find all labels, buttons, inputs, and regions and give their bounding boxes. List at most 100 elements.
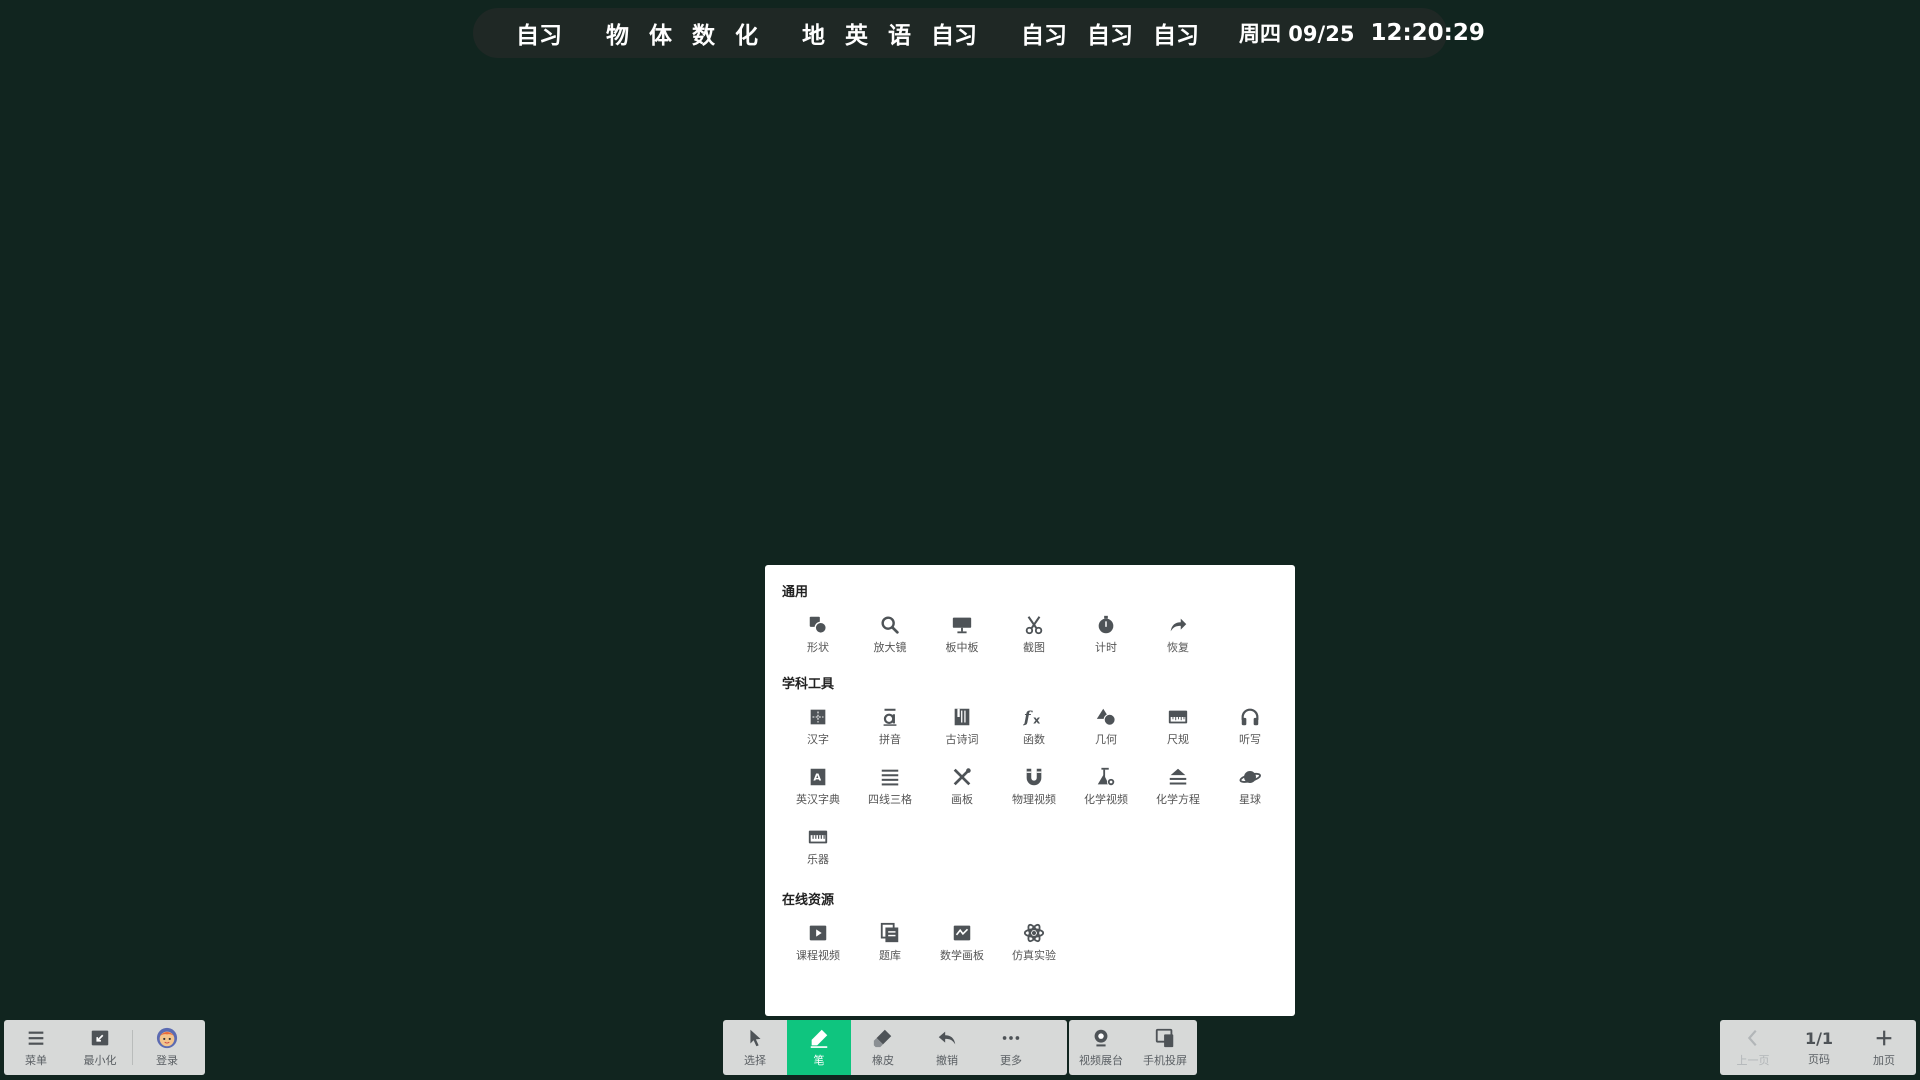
tool-label: 英汉字典 — [796, 793, 840, 806]
tool-pinyin[interactable]: 拼音 — [854, 700, 926, 760]
schedule-item: 自习 — [931, 23, 977, 49]
page-number: 1/1 — [1804, 1028, 1834, 1048]
drawing-toolbar: 选择 笔 橡皮 撤销 更多 — [723, 1020, 1067, 1075]
schedule-bar: 自习 物 体 数 化 地 英 语 自习 自习 自习 自习 周四 09/25 12… — [473, 8, 1485, 58]
clock-date: 周四 09/25 — [1239, 22, 1355, 46]
tool-function[interactable]: fx 函数 — [998, 700, 1070, 760]
phone-cast-button[interactable]: 手机投屏 — [1133, 1020, 1197, 1075]
minimize-button[interactable]: 最小化 — [68, 1020, 132, 1075]
tool-label: 化学方程 — [1156, 793, 1200, 806]
schedule-item: 英 — [845, 23, 868, 49]
eraser-icon — [873, 1029, 892, 1048]
tool-chemistry-equation[interactable]: 化学方程 — [1142, 760, 1214, 820]
undo-button[interactable]: 撤销 — [915, 1020, 979, 1075]
video-play-icon — [809, 925, 827, 941]
tool-chemistry-video[interactable]: 化学视频 — [1070, 760, 1142, 820]
tool-drawing-board[interactable]: 画板 — [926, 760, 998, 820]
schedule-group-3: 地 英 语 自习 — [792, 16, 987, 50]
tool-label: 函数 — [1023, 733, 1045, 746]
undo-icon — [938, 1031, 956, 1045]
tool-label: 化学视频 — [1084, 793, 1128, 806]
media-toolbar: 视频展台 手机投屏 — [1069, 1020, 1197, 1075]
minimize-label: 最小化 — [83, 1054, 117, 1067]
schedule-item: 自习 — [1087, 23, 1133, 49]
timer-icon — [1098, 615, 1114, 634]
plus-icon — [1876, 1030, 1892, 1046]
tool-label: 乐器 — [807, 853, 829, 866]
eraser-button[interactable]: 橡皮 — [851, 1020, 915, 1075]
math-board-icon — [953, 925, 971, 941]
pen-button[interactable]: 笔 — [787, 1020, 851, 1075]
schedule-item: 自习 — [1153, 23, 1199, 49]
section-title-general: 通用 — [782, 585, 809, 600]
schedule-item: 地 — [802, 23, 825, 49]
equation-icon — [1169, 768, 1187, 785]
schedule-group-1: 自习 — [506, 16, 572, 50]
tool-label: 放大镜 — [873, 641, 907, 654]
hanzi-grid-icon — [810, 709, 826, 725]
more-label: 更多 — [1000, 1054, 1022, 1067]
video-booth-button[interactable]: 视频展台 — [1069, 1020, 1133, 1075]
schedule-group-2: 物 体 数 化 — [596, 16, 768, 50]
tool-label: 仿真实验 — [1012, 949, 1056, 962]
tool-planet[interactable]: 星球 — [1214, 760, 1286, 820]
svg-text:f: f — [1023, 708, 1033, 727]
phone-cast-label: 手机投屏 — [1143, 1054, 1187, 1067]
select-label: 选择 — [744, 1054, 766, 1067]
tool-grid-online: 课程视频 题库 数学画板 仿真实验 — [782, 916, 1292, 976]
tool-restore[interactable]: 恢复 — [1142, 608, 1214, 668]
restore-icon — [1170, 618, 1187, 632]
more-button[interactable]: 更多 — [979, 1020, 1043, 1075]
schedule-item: 自习 — [1021, 23, 1067, 49]
tool-timer[interactable]: 计时 — [1070, 608, 1142, 668]
tool-magnifier[interactable]: 放大镜 — [854, 608, 926, 668]
login-label: 登录 — [156, 1054, 178, 1067]
menu-button[interactable]: 菜单 — [4, 1020, 68, 1075]
prev-page-button[interactable]: 上一页 — [1720, 1020, 1786, 1075]
magnet-icon — [1026, 768, 1042, 786]
tool-screenshot[interactable]: 截图 — [998, 608, 1070, 668]
tool-ruler[interactable]: 尺规 — [1142, 700, 1214, 760]
login-button[interactable]: 登录 — [133, 1020, 201, 1075]
tool-label: 汉字 — [807, 733, 829, 746]
left-toolbar: 菜单 最小化 登录 — [4, 1020, 205, 1075]
tool-board-in-board[interactable]: 板中板 — [926, 608, 998, 668]
tool-simulation-lab[interactable]: 仿真实验 — [998, 916, 1070, 976]
page-label: 页码 — [1808, 1052, 1830, 1066]
tool-geometry[interactable]: 几何 — [1070, 700, 1142, 760]
tool-instrument[interactable]: 乐器 — [782, 820, 854, 880]
eraser-label: 橡皮 — [872, 1054, 894, 1067]
function-icon: fx — [1023, 708, 1040, 727]
tool-grid-subject: 汉字 拼音 古诗词 fx 函数 几何 尺规 听写 A 英汉字典 四线三格 画板 … — [782, 700, 1292, 880]
tool-dictation[interactable]: 听写 — [1214, 700, 1286, 760]
tool-course-video[interactable]: 课程视频 — [782, 916, 854, 976]
section-title-online-resources: 在线资源 — [782, 893, 835, 908]
tool-label: 计时 — [1095, 641, 1117, 654]
schedule-group-4: 自习 自习 自习 — [1011, 16, 1209, 50]
tool-math-board[interactable]: 数学画板 — [926, 916, 998, 976]
tool-physics-video[interactable]: 物理视频 — [998, 760, 1070, 820]
svg-text:x: x — [1033, 713, 1040, 726]
tool-shapes[interactable]: 形状 — [782, 608, 854, 668]
add-page-button[interactable]: 加页 — [1852, 1020, 1916, 1075]
tool-poetry[interactable]: 古诗词 — [926, 700, 998, 760]
schedule-item: 语 — [888, 23, 911, 49]
planet-icon — [1239, 771, 1261, 783]
headphones-icon — [1241, 708, 1259, 726]
geometry-icon — [1096, 708, 1116, 726]
cursor-icon — [750, 1029, 761, 1047]
tool-four-lines[interactable]: 四线三格 — [854, 760, 926, 820]
tool-question-bank[interactable]: 题库 — [854, 916, 926, 976]
clock: 周四 09/25 12:20:29 — [1239, 18, 1485, 48]
prev-page-label: 上一页 — [1736, 1054, 1770, 1067]
tool-hanzi[interactable]: 汉字 — [782, 700, 854, 760]
select-button[interactable]: 选择 — [723, 1020, 787, 1075]
page-indicator[interactable]: 1/1 页码 — [1786, 1020, 1852, 1075]
pinyin-icon — [883, 708, 897, 726]
tool-label: 画板 — [951, 793, 973, 806]
tool-label: 拼音 — [879, 733, 901, 746]
tool-dictionary[interactable]: A 英汉字典 — [782, 760, 854, 820]
ruler-icon — [1168, 710, 1188, 724]
tool-label: 四线三格 — [868, 793, 912, 806]
four-lines-icon — [881, 769, 899, 786]
